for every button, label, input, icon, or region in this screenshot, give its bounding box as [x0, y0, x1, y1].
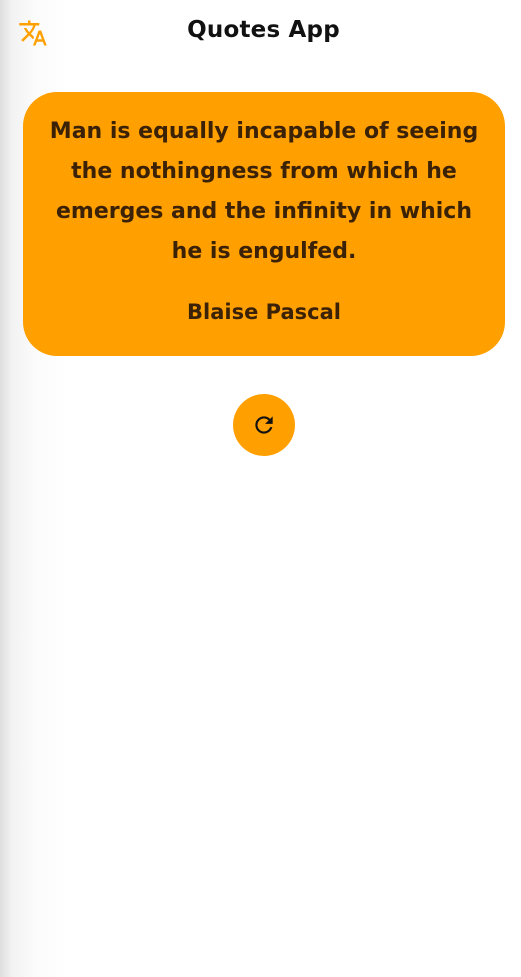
quote-card: Man is equally incapable of seeing the n…: [23, 92, 505, 356]
refresh-icon: [255, 416, 273, 434]
quote-author: Blaise Pascal: [187, 300, 341, 324]
quote-text: Man is equally incapable of seeing the n…: [49, 119, 479, 264]
app-bar: Quotes App: [0, 0, 521, 68]
page-title: Quotes App: [187, 17, 340, 43]
refresh-quote-button[interactable]: [233, 394, 295, 456]
